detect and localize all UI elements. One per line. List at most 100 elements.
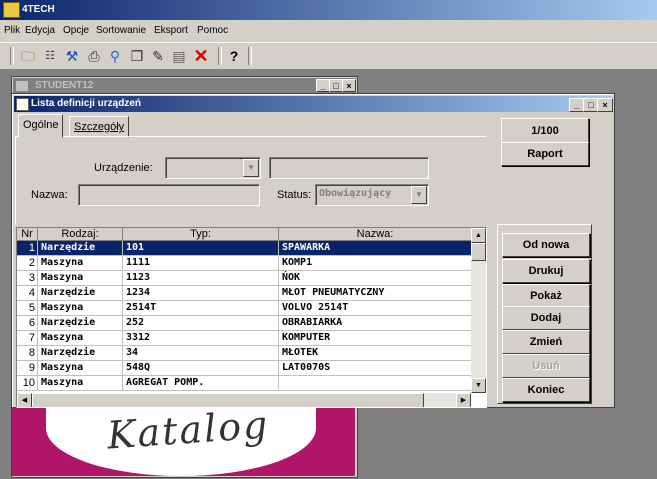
cell-typ: 1111 (123, 256, 279, 271)
app-title: 4TECH (22, 4, 55, 15)
copy-icon[interactable]: ❐ (129, 48, 145, 64)
cell-nr: 5 (17, 301, 38, 316)
header-rodzaj[interactable]: Rodzaj: (38, 228, 123, 241)
table-row[interactable]: 4 Narzędzie 1234 MŁOT PNEUMATYCZNY (17, 286, 482, 301)
menu-sortowanie[interactable]: Sortowanie (96, 25, 146, 36)
search-icon[interactable]: ⚲ (107, 48, 123, 64)
notes-icon[interactable]: ▤ (171, 48, 187, 64)
report-button[interactable]: Raport (501, 142, 589, 166)
device-label: Urządzenie: (94, 162, 153, 174)
cell-nazwa: VOLVO 2514T (279, 301, 472, 316)
tab-szczegoly[interactable]: Szczegóły (69, 116, 130, 138)
header-nr[interactable]: Nr (17, 228, 38, 241)
reset-button[interactable]: Od nowa (502, 233, 590, 257)
cell-rodzaj: Narzędzie (38, 346, 123, 361)
tools-icon[interactable]: ⚒ (64, 48, 80, 64)
menu-bar: Plik Edycja Opcje Sortowanie Eksport Pom… (0, 20, 657, 42)
print-button[interactable]: Drukuj (502, 259, 590, 283)
page-counter-button[interactable]: 1/100 (501, 118, 589, 144)
cell-rodzaj: Narzędzie (38, 316, 123, 331)
status-label: Status: (277, 189, 312, 201)
window-title: Lista definicji urządzeń (31, 98, 142, 109)
vertical-scrollbar[interactable]: ▲ ▼ (471, 228, 486, 393)
scroll-thumb[interactable] (32, 393, 424, 407)
menu-edycja[interactable]: Edycja (25, 25, 55, 36)
cell-rodzaj: Maszyna (38, 301, 123, 316)
open-icon[interactable]: 🗀 (20, 48, 36, 64)
cell-nr: 6 (17, 316, 38, 331)
maximize-icon[interactable]: □ (329, 79, 343, 92)
tab-label: Ogólne (23, 119, 59, 131)
table-row[interactable]: 5 Maszyna 2514T VOLVO 2514T (17, 301, 482, 316)
name-field[interactable] (78, 184, 260, 206)
device-name-field[interactable] (269, 157, 429, 179)
minimize-icon[interactable]: _ (316, 79, 330, 92)
header-nazwa[interactable]: Nazwa: (279, 228, 472, 241)
edit-button[interactable]: Zmień (502, 330, 590, 354)
table-header: Nr Rodzaj: Typ: Nazwa: (17, 228, 486, 241)
cell-rodzaj: Maszyna (38, 361, 123, 376)
app-title-bar: 4TECH (0, 0, 657, 20)
cell-nazwa: KOMPUTER (279, 331, 472, 346)
menu-eksport[interactable]: Eksport (154, 25, 188, 36)
tab-panel (15, 136, 486, 225)
print-icon[interactable]: ⎙ (86, 48, 102, 64)
cell-rodzaj: Maszyna (38, 256, 123, 271)
cell-nr: 8 (17, 346, 38, 361)
menu-opcje[interactable]: Opcje (63, 25, 89, 36)
list-icon[interactable]: ☷ (42, 48, 58, 64)
status-combo[interactable]: Obowiązujący ▼ (315, 184, 429, 206)
table-row[interactable]: 10 Maszyna AGREGAT POMP. (17, 376, 482, 391)
menu-plik[interactable]: Plik (4, 25, 20, 36)
cell-nazwa: SPAWARKA (279, 241, 472, 256)
toolbar-separator (218, 47, 222, 65)
device-combo[interactable]: ▼ (165, 157, 261, 179)
catalog-banner: Katalog (12, 400, 355, 476)
table-row[interactable]: 7 Maszyna 3312 KOMPUTER (17, 331, 482, 346)
table-row[interactable]: 6 Narzędzie 252 OBRABIARKA (17, 316, 482, 331)
window-icon (16, 81, 28, 91)
toolbar-separator (248, 47, 252, 65)
cell-nazwa (279, 376, 472, 391)
cell-nr: 10 (17, 376, 38, 391)
delete-icon[interactable]: ✕ (193, 47, 209, 65)
tab-label: Szczegóły (74, 121, 125, 133)
background-window-titlebar[interactable]: STUDENT12 _ □ × (13, 78, 356, 94)
close-icon[interactable]: × (597, 98, 613, 112)
status-value: Obowiązujący (319, 188, 392, 199)
scroll-right-icon[interactable]: ▶ (456, 393, 471, 407)
table-row[interactable]: 9 Maszyna 548Q LAT0070S (17, 361, 482, 376)
show-button[interactable]: Pokaż (502, 284, 590, 308)
chevron-down-icon[interactable]: ▼ (411, 186, 427, 204)
scroll-down-icon[interactable]: ▼ (471, 378, 486, 393)
device-table[interactable]: Nr Rodzaj: Typ: Nazwa: 1 Narzędzie 101 SPAW… (16, 227, 487, 408)
add-button[interactable]: Dodaj (502, 306, 590, 330)
app-icon (3, 2, 20, 18)
device-list-window[interactable]: Lista definicji urządzeń _ □ × Ogólne Sz… (11, 93, 615, 408)
cell-nr: 2 (17, 256, 38, 271)
scroll-up-icon[interactable]: ▲ (471, 228, 486, 243)
header-typ[interactable]: Typ: (123, 228, 279, 241)
toolbar-separator (10, 47, 14, 65)
scroll-thumb[interactable] (471, 243, 486, 261)
menu-pomoc[interactable]: Pomoc (197, 25, 228, 36)
chevron-down-icon[interactable]: ▼ (243, 159, 259, 177)
window-titlebar[interactable]: Lista definicji urządzeń _ □ × (14, 96, 613, 112)
table-row[interactable]: 1 Narzędzie 101 SPAWARKA (17, 241, 482, 256)
tab-ogolne[interactable]: Ogólne (18, 114, 64, 138)
cell-typ: 548Q (123, 361, 279, 376)
scroll-left-icon[interactable]: ◀ (17, 393, 32, 407)
table-row[interactable]: 3 Maszyna 1123 ŃOK (17, 271, 482, 286)
cell-typ: 252 (123, 316, 279, 331)
cell-typ: AGREGAT POMP. (123, 376, 279, 391)
cell-nazwa: MŁOTEK (279, 346, 472, 361)
table-row[interactable]: 8 Narzędzie 34 MŁOTEK (17, 346, 482, 361)
table-row[interactable]: 2 Maszyna 1111 KOMP1 (17, 256, 482, 271)
delete-button: Usuń (502, 354, 590, 378)
cell-typ: 2514T (123, 301, 279, 316)
close-button[interactable]: Koniec (502, 378, 590, 402)
help-icon[interactable]: ? (226, 48, 242, 64)
horizontal-scrollbar[interactable]: ◀ ▶ (17, 393, 471, 407)
close-icon[interactable]: × (342, 79, 356, 92)
edit-icon[interactable]: ✎ (150, 48, 166, 64)
